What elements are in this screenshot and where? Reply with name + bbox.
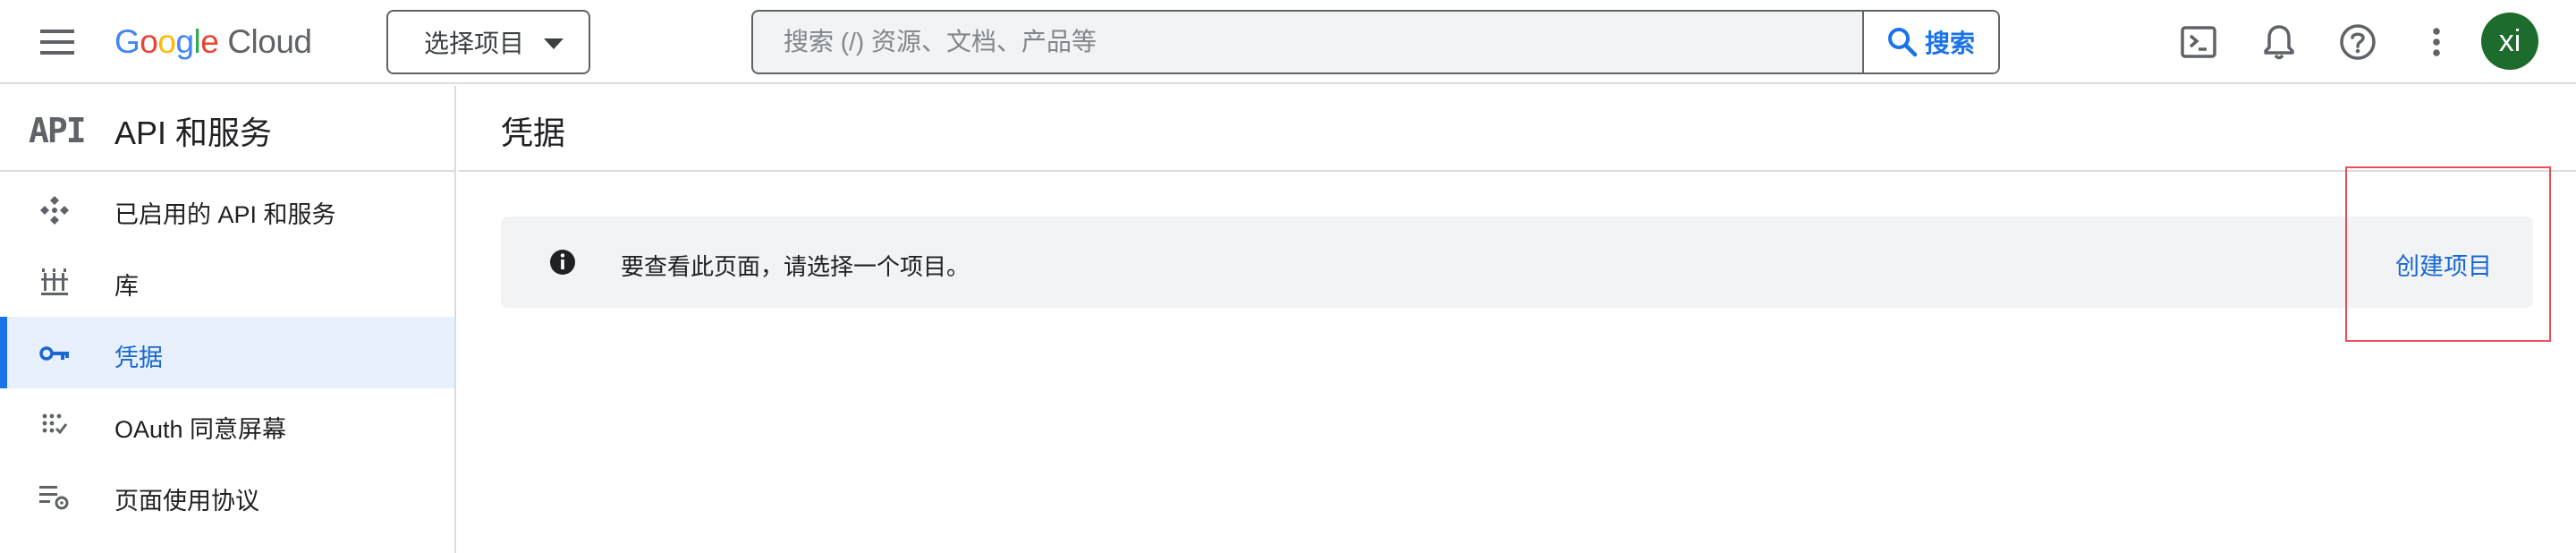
sidebar-item-label: 页面使用协议 <box>114 488 259 515</box>
sidebar-item-credentials[interactable]: 凭据 <box>0 317 454 388</box>
library-icon <box>39 267 70 297</box>
sidebar-item-library[interactable]: 库 <box>0 245 454 317</box>
sidebar-nav: 已启用的 API 和服务 库 凭据 OAuth 同意屏幕 页面使用协议 <box>0 174 454 532</box>
sidebar-item-enabled-apis[interactable]: 已启用的 API 和服务 <box>0 174 454 245</box>
top-bar: Go o g l e Cloud 选择项目 搜索 (/) 资源、文档、产品等 搜… <box>0 0 2576 84</box>
search-icon <box>1887 28 1918 57</box>
sidebar-item-label: 库 <box>114 273 139 300</box>
page-header: 凭据 <box>458 86 2576 172</box>
page-title: 凭据 <box>501 115 566 151</box>
sidebar-title: API 和服务 <box>114 115 273 151</box>
account-avatar[interactable]: xi <box>2481 13 2538 70</box>
sidebar: API API 和服务 已启用的 API 和服务 库 凭据 OAuth 同意屏幕… <box>0 86 456 553</box>
cloud-shell-button[interactable] <box>2177 21 2220 64</box>
banner-message: 要查看此页面，请选择一个项目。 <box>621 253 970 280</box>
project-picker-button[interactable]: 选择项目 <box>386 10 590 74</box>
project-picker-label: 选择项目 <box>424 30 525 57</box>
bell-icon <box>2264 25 2294 60</box>
notifications-button[interactable] <box>2258 21 2301 64</box>
search-bar: 搜索 <box>751 10 2000 74</box>
sidebar-item-label: 已启用的 API 和服务 <box>114 201 336 228</box>
search-input[interactable] <box>753 12 1862 72</box>
sidebar-item-page-usage-agreements[interactable]: 页面使用协议 <box>0 460 454 532</box>
sidebar-header: API API 和服务 <box>0 86 454 172</box>
dropdown-caret-icon <box>544 38 564 49</box>
help-icon <box>2340 24 2376 60</box>
info-icon <box>550 250 575 275</box>
hamburger-menu-icon <box>40 30 74 55</box>
oauth-icon <box>39 410 70 440</box>
sidebar-item-label: 凭据 <box>114 345 163 371</box>
api-logo-icon: API <box>29 111 87 150</box>
avatar-initials: xi <box>2498 23 2521 58</box>
more-vert-icon <box>2433 28 2440 56</box>
more-options-button[interactable] <box>2415 21 2458 64</box>
search-button-label: 搜索 <box>1924 30 1975 57</box>
help-button[interactable] <box>2336 21 2379 64</box>
key-icon <box>39 338 70 369</box>
terminal-icon <box>2181 26 2216 58</box>
api-icon <box>39 195 70 225</box>
highlight-box <box>2345 166 2551 342</box>
settings-list-icon <box>39 481 70 512</box>
main-menu-button[interactable] <box>38 22 77 62</box>
search-button[interactable]: 搜索 <box>1862 12 1998 72</box>
sidebar-item-label: OAuth 同意屏幕 <box>114 416 287 443</box>
google-cloud-logo[interactable]: Go o g l e Cloud <box>114 18 312 66</box>
sidebar-item-oauth-consent[interactable]: OAuth 同意屏幕 <box>0 388 454 460</box>
select-project-banner: 要查看此页面，请选择一个项目。 创建项目 <box>501 217 2533 308</box>
